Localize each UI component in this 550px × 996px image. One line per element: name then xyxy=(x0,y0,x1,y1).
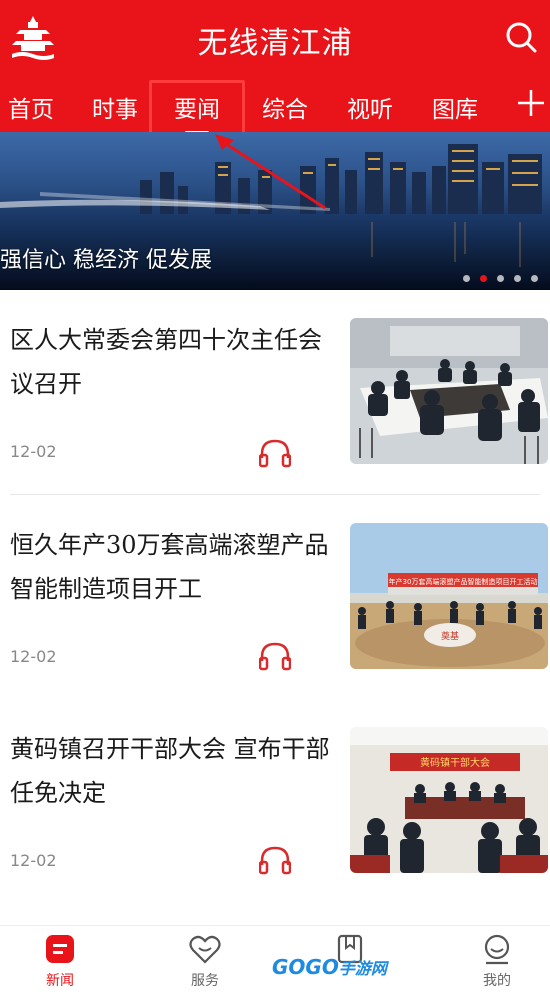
carousel-dot xyxy=(497,275,504,282)
thumb-banner-text: 黄码镇干部大会 xyxy=(420,756,490,769)
news-item[interactable]: 黄码镇召开干部大会 宣布干部任免决定 12-02 黄码镇干部大会 xyxy=(0,727,550,932)
headphones-icon[interactable] xyxy=(259,845,291,875)
site-watermark: GOGO手游网 xyxy=(272,955,387,979)
news-thumbnail xyxy=(350,318,548,464)
carousel-dot-active xyxy=(480,275,487,282)
news-title: 区人大常委会第四十次主任会议召开 xyxy=(10,326,322,398)
watermark-cn: 手游网 xyxy=(338,959,387,978)
news-icon xyxy=(46,935,74,963)
carousel-indicator xyxy=(463,275,538,282)
tab-audio-video[interactable]: 视听 xyxy=(347,90,393,124)
search-icon[interactable] xyxy=(504,20,538,54)
news-date: 12-02 xyxy=(10,851,57,870)
thumb-banner-text: 年产30万套高端滚塑产品智能制造项目开工活动 xyxy=(389,577,538,586)
nav-news[interactable]: 新闻 xyxy=(20,934,100,990)
news-thumbnail: 年产30万套高端滚塑产品智能制造项目开工活动 奠基 xyxy=(350,523,548,669)
news-title: 黄码镇召开干部大会 宣布干部任免决定 xyxy=(10,735,330,807)
banner-carousel[interactable]: 强信心 稳经济 促发展 xyxy=(0,132,550,290)
nav-profile[interactable]: 我的 xyxy=(457,934,537,990)
banner-caption: 强信心 稳经济 促发展 xyxy=(0,248,212,273)
tab-gallery[interactable]: 图库 xyxy=(432,90,478,124)
carousel-dot xyxy=(531,275,538,282)
news-title: 恒久年产30万套高端滚塑产品智能制造项目开工 xyxy=(10,531,329,603)
app-header: 无线清江浦 首页 时事 要闻 综合 视听 图库 xyxy=(0,0,550,134)
news-date: 12-02 xyxy=(10,647,57,666)
nav-label: 新闻 xyxy=(46,973,74,989)
channel-tabs: 首页 时事 要闻 综合 视听 图库 xyxy=(0,78,550,134)
nav-label: 服务 xyxy=(191,973,219,989)
nav-label: 我的 xyxy=(483,973,511,989)
watermark-brand: GOGO xyxy=(272,955,339,979)
tab-general[interactable]: 综合 xyxy=(262,90,308,124)
tab-home[interactable]: 首页 xyxy=(8,90,54,124)
news-thumbnail: 黄码镇干部大会 xyxy=(350,727,548,873)
list-divider xyxy=(10,494,540,495)
news-item[interactable]: 区人大常委会第四十次主任会议召开 12-02 xyxy=(0,318,550,523)
headphones-icon[interactable] xyxy=(259,641,291,671)
carousel-dot xyxy=(514,275,521,282)
heart-icon xyxy=(189,935,221,964)
news-date: 12-02 xyxy=(10,442,57,461)
nav-services[interactable]: 服务 xyxy=(165,934,245,990)
tab-current-affairs[interactable]: 时事 xyxy=(92,90,138,124)
user-icon xyxy=(484,934,510,965)
headphones-icon[interactable] xyxy=(259,438,291,468)
carousel-dot xyxy=(463,275,470,282)
thumb-stone-text: 奠基 xyxy=(441,630,459,642)
news-item[interactable]: 恒久年产30万套高端滚塑产品智能制造项目开工 12-02 年产30万套高端滚塑产… xyxy=(0,523,550,728)
app-title: 无线清江浦 xyxy=(197,26,353,61)
add-channel-icon[interactable] xyxy=(516,88,546,118)
